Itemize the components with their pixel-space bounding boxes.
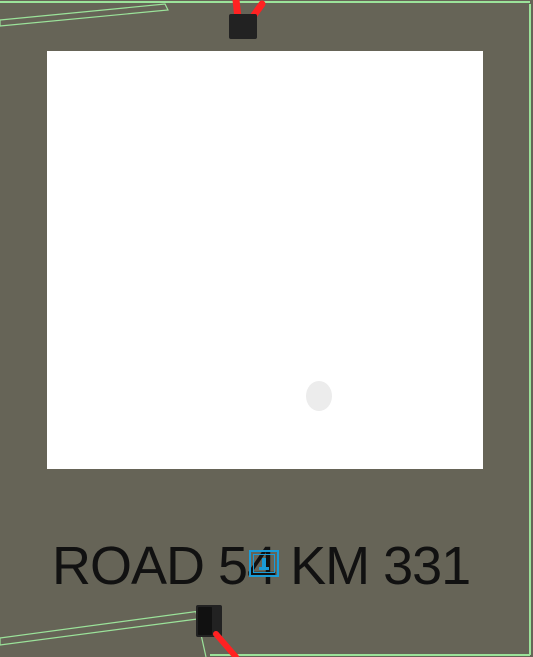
post-bottom-icon bbox=[196, 605, 239, 657]
panel-spot bbox=[306, 381, 332, 411]
marker-glyph bbox=[259, 557, 269, 570]
white-display-panel bbox=[47, 51, 483, 469]
post-top-icon bbox=[229, 0, 266, 39]
top-left-stripe bbox=[0, 3, 169, 27]
bottom-left-stripe bbox=[0, 610, 207, 646]
scene-viewport: ROAD 54 KM 331 bbox=[0, 0, 533, 657]
selection-marker-icon[interactable] bbox=[249, 550, 279, 577]
